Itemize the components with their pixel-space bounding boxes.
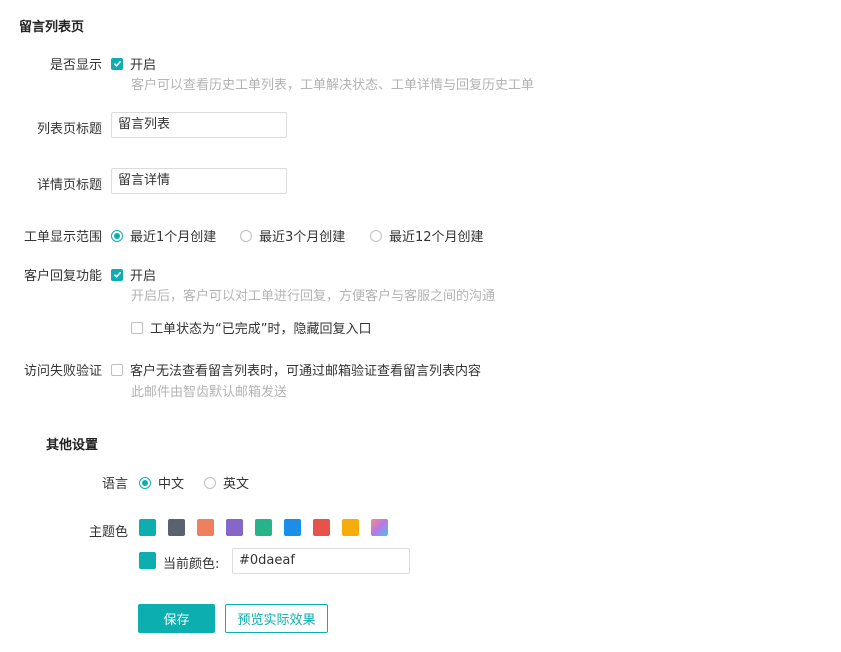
language-option-label: 英文 — [223, 477, 250, 492]
range-option-12[interactable]: 最近12个月创建 — [370, 226, 484, 245]
reply-checkbox-icon[interactable] — [111, 268, 123, 281]
swatch-orange[interactable] — [342, 519, 359, 536]
swatch-gradient[interactable] — [371, 519, 388, 536]
hide-reply-option-label: 工单状态为“已完成”时，隐藏回复入口 — [150, 322, 372, 337]
page-title: 留言列表页 — [19, 20, 85, 35]
list-title-input[interactable]: 留言列表 — [111, 112, 287, 138]
language-option-label: 中文 — [158, 477, 185, 492]
verify-toggle[interactable]: 客户无法查看留言列表时，可通过邮箱验证查看留言列表内容 — [111, 360, 481, 379]
swatch-red[interactable] — [313, 519, 330, 536]
hide-reply-toggle[interactable]: 工单状态为“已完成”时，隐藏回复入口 — [131, 318, 371, 337]
reply-option-label: 开启 — [130, 269, 157, 284]
range-label: 工单显示范围 — [23, 230, 102, 245]
reply-toggle[interactable]: 开启 — [111, 265, 156, 284]
verify-option-label: 客户无法查看留言列表时，可通过邮箱验证查看留言列表内容 — [130, 364, 482, 379]
range-option-1[interactable]: 最近1个月创建 — [111, 226, 216, 245]
range-option-label: 最近12个月创建 — [389, 230, 484, 245]
show-hint: 客户可以查看历史工单列表，工单解决状态、工单详情与回复历史工单 — [131, 78, 535, 93]
other-settings-title: 其他设置 — [46, 438, 99, 453]
swatch-blue[interactable] — [284, 519, 301, 536]
theme-label: 主题色 — [88, 525, 128, 540]
verify-label: 访问失败验证 — [23, 364, 102, 379]
radio-icon[interactable] — [204, 476, 216, 489]
swatch-purple[interactable] — [226, 519, 243, 536]
radio-selected-icon[interactable] — [139, 476, 151, 489]
detail-title-input[interactable]: 留言详情 — [111, 168, 287, 194]
swatch-coral[interactable] — [197, 519, 214, 536]
show-option-label: 开启 — [130, 58, 157, 73]
range-option-label: 最近1个月创建 — [130, 230, 217, 245]
detail-title-label: 详情页标题 — [36, 178, 102, 193]
save-button[interactable]: 保存 — [138, 604, 215, 633]
show-checkbox-icon[interactable] — [111, 57, 123, 70]
preview-button[interactable]: 预览实际效果 — [225, 604, 328, 633]
current-color-swatch — [139, 552, 156, 569]
reply-hint: 开启后，客户可以对工单进行回复，方便客户与客服之间的沟通 — [131, 289, 496, 304]
range-option-3[interactable]: 最近3个月创建 — [240, 226, 345, 245]
language-label: 语言 — [101, 477, 128, 492]
list-title-label: 列表页标题 — [36, 122, 102, 137]
hide-reply-checkbox-icon[interactable] — [131, 321, 143, 334]
radio-icon[interactable] — [240, 229, 252, 242]
reply-label: 客户回复功能 — [23, 269, 102, 284]
verify-checkbox-icon[interactable] — [111, 363, 123, 376]
current-color-label: 当前颜色: — [163, 557, 220, 572]
show-toggle[interactable]: 开启 — [111, 54, 156, 73]
swatch-teal[interactable] — [139, 519, 156, 536]
radio-selected-icon[interactable] — [111, 229, 123, 242]
swatch-green[interactable] — [255, 519, 272, 536]
language-option-en[interactable]: 英文 — [204, 473, 249, 492]
range-option-label: 最近3个月创建 — [259, 230, 346, 245]
verify-hint: 此邮件由智齿默认邮箱发送 — [131, 385, 288, 400]
current-color-input[interactable]: #0daeaf — [232, 548, 410, 574]
radio-icon[interactable] — [370, 229, 382, 242]
swatch-gray[interactable] — [168, 519, 185, 536]
show-label: 是否显示 — [49, 58, 102, 73]
language-option-zh[interactable]: 中文 — [139, 473, 184, 492]
